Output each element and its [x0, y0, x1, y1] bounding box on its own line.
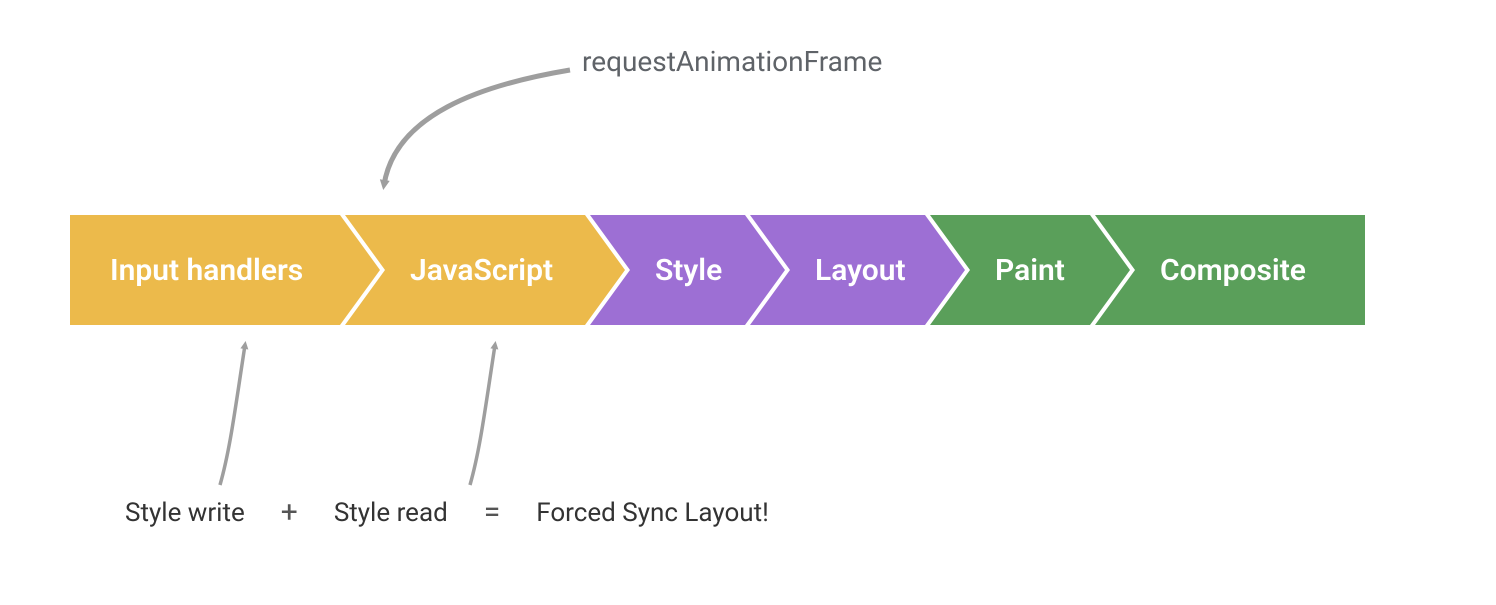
bottom-term-result: Forced Sync Layout!: [536, 498, 769, 528]
stage-javascript: JavaScript: [345, 215, 625, 325]
stage-composite: Composite: [1095, 215, 1365, 325]
top-annotation-label: requestAnimationFrame: [582, 45, 882, 78]
stage-label: Style: [655, 253, 722, 288]
bottom-equation-row: Style write + Style read = Forced Sync L…: [125, 495, 769, 530]
equals-operator: =: [484, 495, 500, 530]
stage-label: Paint: [995, 253, 1065, 288]
stage-input-handlers: Input handlers: [70, 215, 380, 325]
stage-label: Layout: [815, 253, 906, 288]
stage-label: Composite: [1160, 253, 1306, 288]
stage-label: JavaScript: [410, 253, 553, 288]
bottom-term-style-write: Style write: [125, 498, 245, 528]
pipeline-row: Input handlers JavaScript Style Layout P…: [70, 215, 1365, 325]
stage-label: Input handlers: [110, 253, 303, 288]
bottom-term-style-read: Style read: [334, 498, 448, 528]
plus-operator: +: [281, 495, 298, 530]
